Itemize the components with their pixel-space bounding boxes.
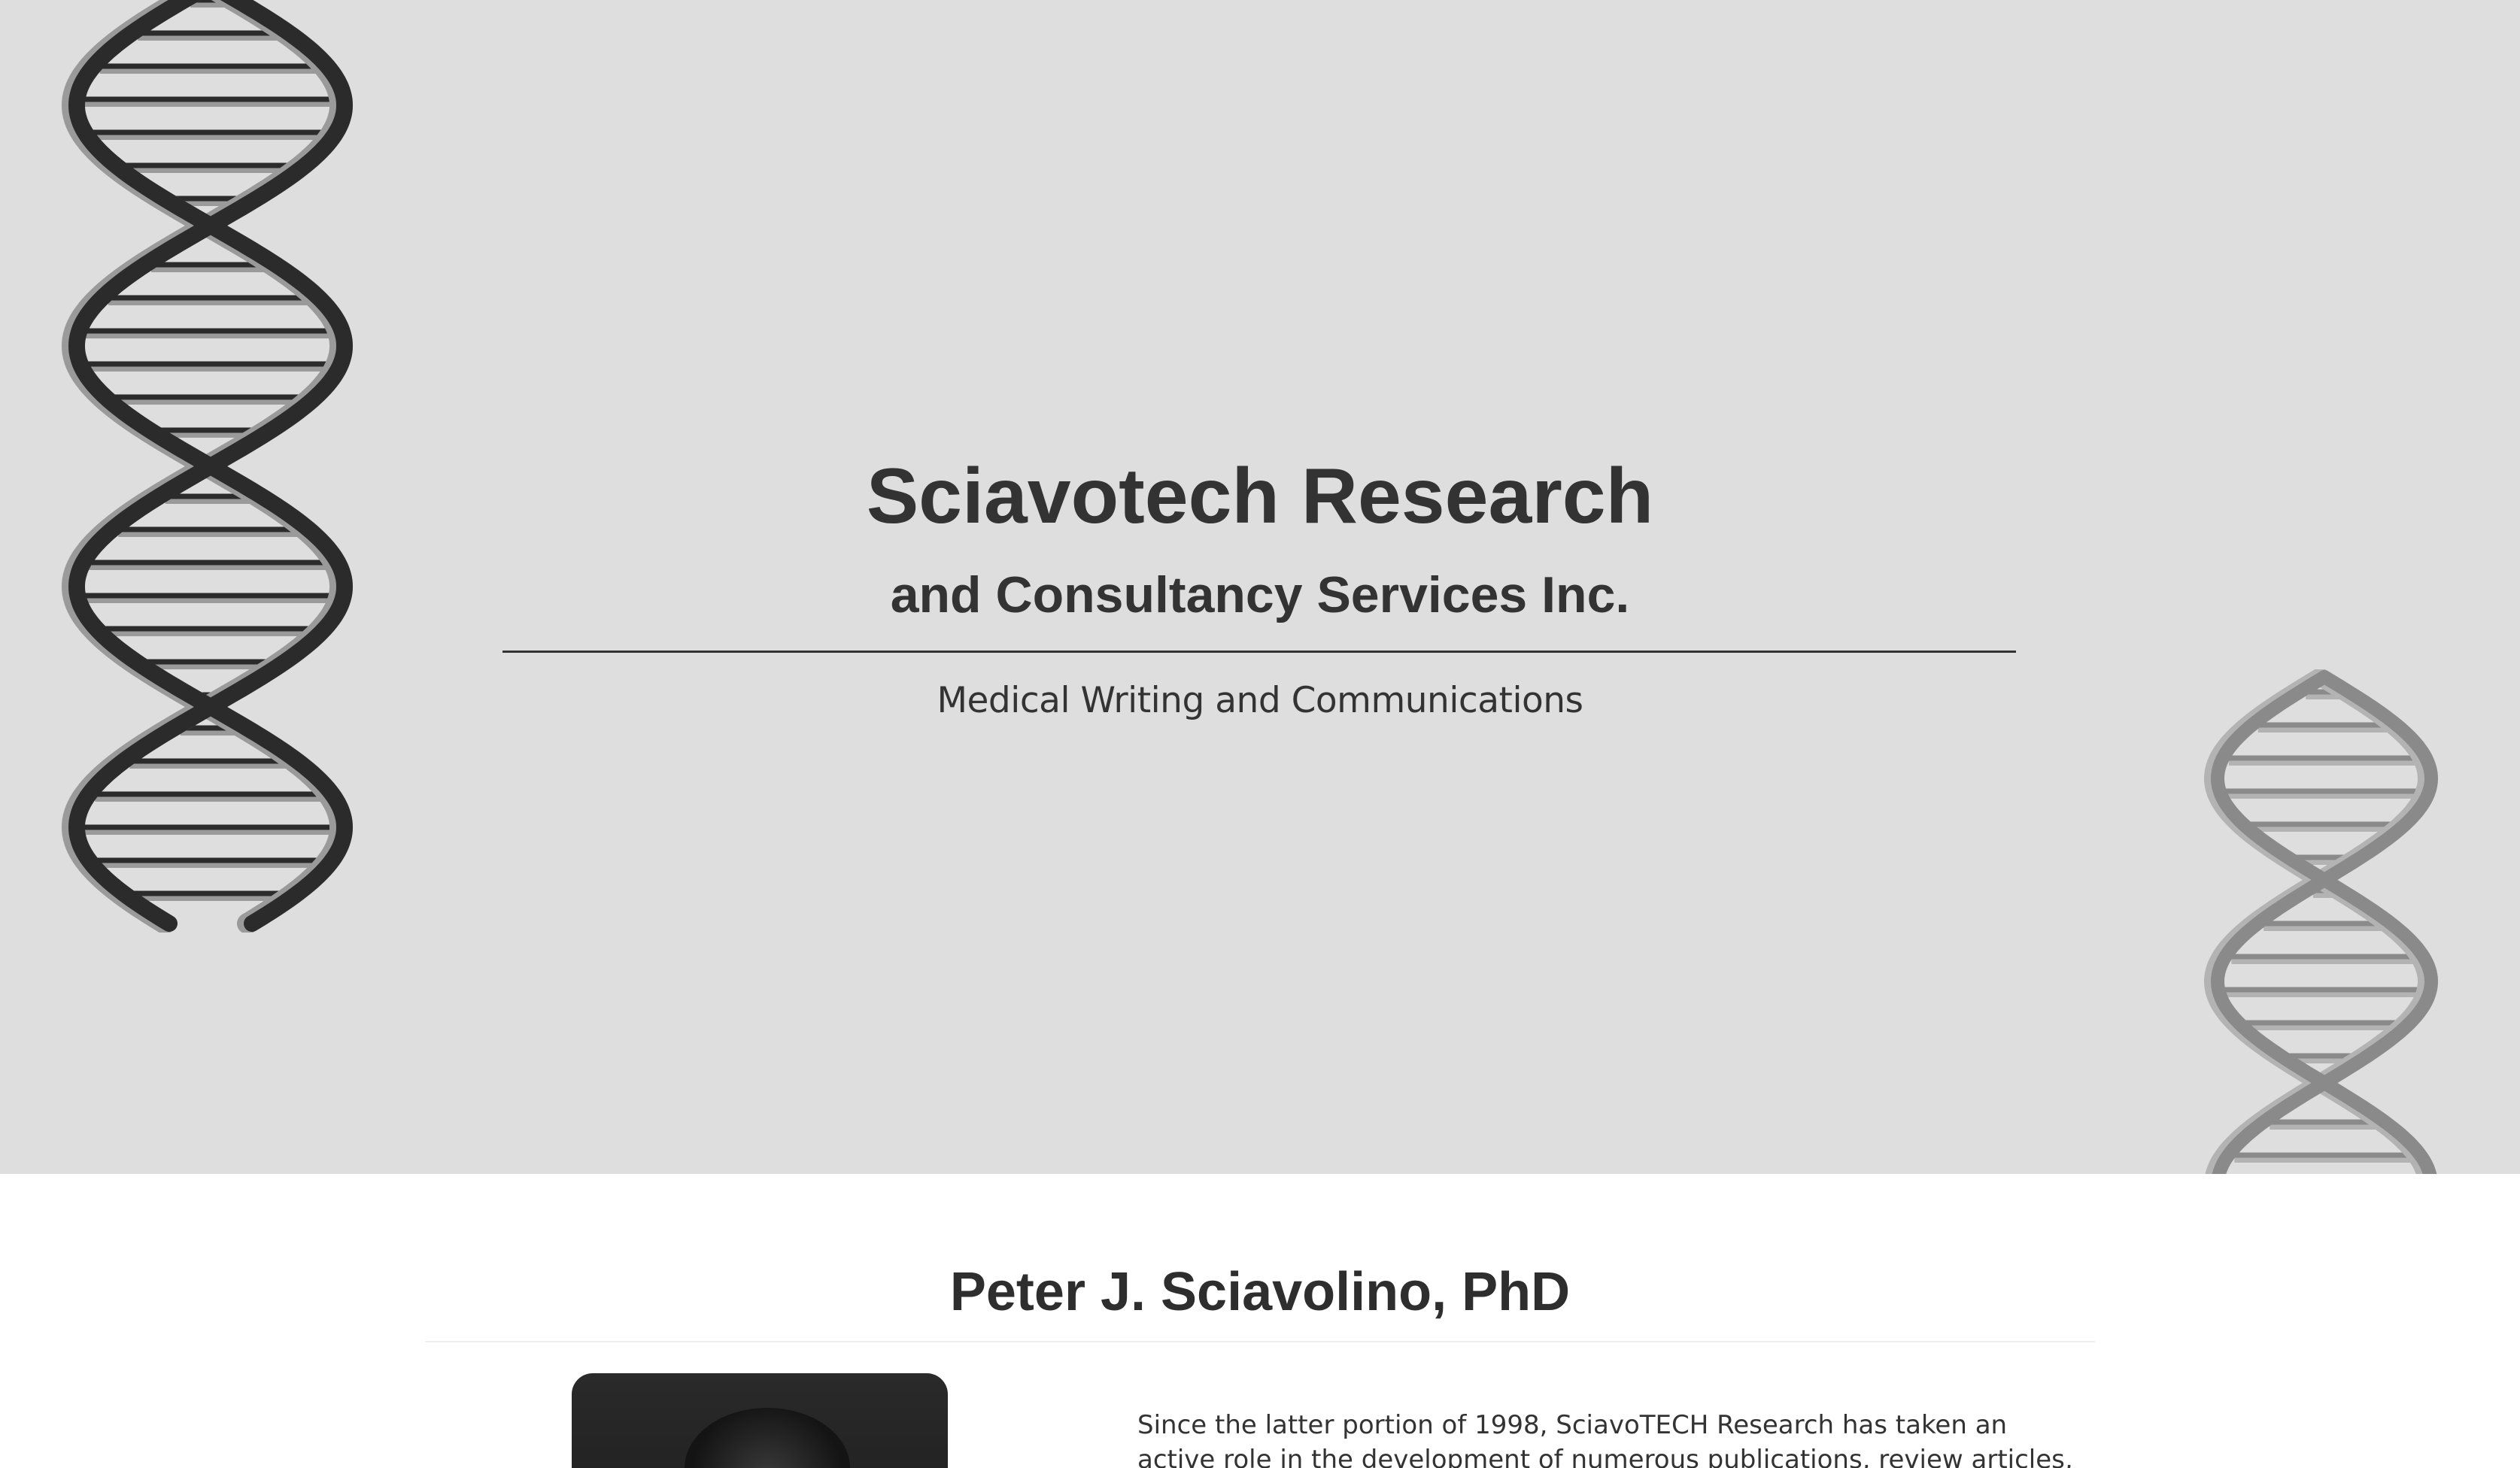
title-divider (502, 651, 2016, 653)
portrait-silhouette (685, 1408, 850, 1468)
site-subtitle: and Consultancy Services Inc. (890, 566, 1630, 623)
site-title: Sciavotech Research (866, 453, 1654, 540)
hero-banner: Sciavotech Research and Consultancy Serv… (0, 0, 2520, 1174)
profile-photo (572, 1373, 948, 1468)
profile-name: Peter J. Sciavolino, PhD (949, 1262, 1571, 1322)
dna-helix-icon (2204, 669, 2445, 1174)
site-tagline: Medical Writing and Communications (937, 680, 1583, 721)
bio-paragraph: Since the latter portion of 1998, Sciavo… (1137, 1410, 2073, 1468)
section-divider (425, 1341, 2095, 1342)
